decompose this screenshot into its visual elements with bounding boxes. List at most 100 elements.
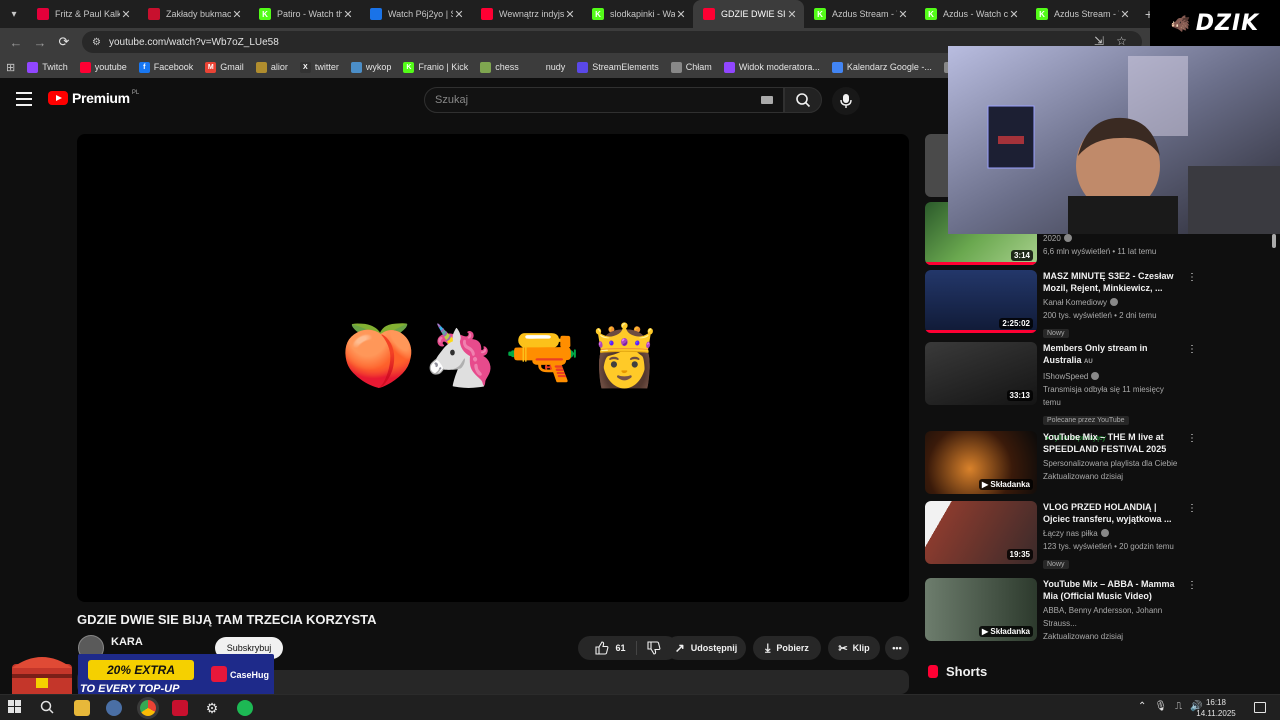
- browser-tab[interactable]: Wewnątrz indyjski ✕: [471, 0, 582, 28]
- app-icon[interactable]: [106, 700, 122, 716]
- bookmark-favicon-icon: M: [205, 61, 217, 73]
- download-button[interactable]: ⤓ Pobierz: [753, 636, 821, 660]
- browser-tab[interactable]: K Azdus Stream - W✕: [1026, 0, 1137, 28]
- bookmark-item[interactable]: chess: [480, 61, 519, 73]
- bookmark-item[interactable]: Chłam: [670, 61, 712, 73]
- search-input[interactable]: [435, 94, 755, 106]
- microphone-icon: [840, 94, 852, 108]
- tab-close-icon[interactable]: ✕: [564, 8, 576, 21]
- bookmark-item[interactable]: StreamElements: [577, 61, 659, 73]
- reload-button[interactable]: ⟳: [52, 34, 76, 50]
- tab-close-icon[interactable]: ✕: [120, 8, 132, 21]
- webcam-overlay: [948, 46, 1280, 234]
- search-button[interactable]: [784, 87, 822, 113]
- more-vert-icon[interactable]: ⋮: [1187, 344, 1197, 355]
- browser-tab[interactable]: K Patiro - Watch the ✕: [249, 0, 360, 28]
- apps-grid-icon[interactable]: ⊞: [6, 61, 15, 74]
- browser-tab[interactable]: Watch P6j2yo | Str✕: [360, 0, 471, 28]
- bookmark-item[interactable]: alior: [255, 61, 288, 73]
- bookmark-item[interactable]: K Franio | Kick: [403, 61, 468, 73]
- browser-tab[interactable]: GDZIE DWIE SIE B✕: [693, 0, 804, 28]
- tab-favicon-icon: K: [814, 8, 826, 20]
- video-duration: 2:25:02: [999, 318, 1033, 329]
- file-explorer-icon[interactable]: [74, 700, 90, 716]
- more-vert-icon[interactable]: ⋮: [1187, 272, 1197, 283]
- bookmark-item[interactable]: M Gmail: [205, 61, 244, 73]
- tab-close-icon[interactable]: ✕: [786, 8, 798, 21]
- tab-close-icon[interactable]: ✕: [342, 8, 354, 21]
- microphone-tray-icon[interactable]: 🎙: [1154, 701, 1167, 712]
- more-vert-icon[interactable]: ⋮: [1187, 580, 1197, 591]
- taskbar-clock[interactable]: 16:18 14.11.2025: [1196, 697, 1236, 719]
- tab-close-icon[interactable]: ✕: [675, 8, 687, 21]
- more-vert-icon[interactable]: ⋮: [1187, 503, 1197, 514]
- back-button[interactable]: ←: [4, 35, 28, 50]
- sidebar-video-item[interactable]: 2:25:02 MASZ MINUTĘ S3E2 - Czesław Mozil…: [925, 270, 1197, 338]
- chevron-up-icon[interactable]: ⌃: [1138, 701, 1146, 712]
- video-meta-views: 123 tys. wyświetleń • 20 godzin temu: [1043, 542, 1174, 551]
- more-actions-button[interactable]: •••: [885, 636, 909, 660]
- clock-time: 16:18: [1205, 698, 1227, 707]
- country-suffix: AU: [1084, 359, 1093, 365]
- search-taskbar-button[interactable]: [40, 700, 56, 716]
- shorts-icon: [928, 665, 938, 678]
- bookmark-item[interactable]: f Facebook: [138, 61, 193, 73]
- keyboard-icon[interactable]: [761, 96, 773, 104]
- like-button[interactable]: 61: [595, 641, 637, 655]
- tab-label: Azdus Stream - W: [1054, 9, 1119, 19]
- notifications-icon[interactable]: [1254, 702, 1266, 713]
- bookmark-favicon-icon: f: [138, 61, 150, 73]
- bookmark-item[interactable]: Widok moderatora...: [723, 61, 820, 73]
- youtube-brand-text: Premium: [72, 90, 130, 106]
- bookmark-favicon-icon: [27, 61, 39, 73]
- bookmark-item[interactable]: Xtwitter: [299, 61, 339, 73]
- chrome-icon[interactable]: [140, 700, 156, 716]
- bookmark-item[interactable]: wykop: [350, 61, 391, 73]
- settings-gear-icon[interactable]: ⚙: [204, 700, 220, 716]
- tab-close-icon[interactable]: ✕: [897, 8, 909, 21]
- video-meta-channel: 2020: [1043, 234, 1061, 243]
- tab-close-icon[interactable]: ✕: [1008, 8, 1020, 21]
- channel-name[interactable]: KARA: [111, 636, 143, 648]
- browser-tab[interactable]: Zakłady bukmache✕: [138, 0, 249, 28]
- guide-menu-button[interactable]: [16, 92, 32, 106]
- site-info-icon[interactable]: ⚙: [92, 37, 101, 48]
- spotify-icon[interactable]: [237, 700, 253, 716]
- clip-button[interactable]: ✂ Klip: [828, 636, 880, 660]
- share-button[interactable]: ↗ Udostępnij: [666, 636, 746, 660]
- video-meta-updated: Zaktualizowano dzisiaj: [1043, 632, 1124, 641]
- like-count: 61: [615, 643, 626, 653]
- sidebar-video-item[interactable]: 19:35 VLOG PRZED HOLANDIĄ | Ojciec trans…: [925, 501, 1197, 569]
- tab-search-button[interactable]: ▾: [3, 3, 25, 25]
- bookmark-item[interactable]: nudy: [530, 61, 565, 73]
- video-player[interactable]: 🍑 🦄 🔫 👸: [77, 134, 909, 602]
- start-button[interactable]: [8, 700, 24, 716]
- tab-close-icon[interactable]: ✕: [231, 8, 243, 21]
- sidebar-video-item[interactable]: 33:13 Members Only stream in Australia A…: [925, 342, 1197, 442]
- youtube-logo[interactable]: Premium PL: [48, 90, 139, 106]
- tab-close-icon[interactable]: ✕: [1119, 8, 1131, 21]
- dislike-button[interactable]: [637, 641, 661, 655]
- network-icon[interactable]: ⎍: [1175, 701, 1182, 712]
- webcam-feed: [948, 46, 1280, 234]
- sidebar-mix-item[interactable]: ▶ Składanka YouTube Mix – ABBA - Mamma M…: [925, 578, 1197, 642]
- browser-tab[interactable]: K Azdus Stream - W✕: [804, 0, 915, 28]
- bookmark-favicon-icon: [255, 61, 267, 73]
- browser-tab[interactable]: Fritz & Paul Kalkb ✕: [27, 0, 138, 28]
- app-icon-red[interactable]: [172, 700, 188, 716]
- video-title: MASZ MINUTĘ S3E2 - Czesław Mozil, Rejent…: [1043, 271, 1174, 293]
- bookmark-item[interactable]: Kalendarz Google -...: [831, 61, 932, 73]
- tab-close-icon[interactable]: ✕: [453, 8, 465, 21]
- windows-taskbar: ⚙ ⌃ 🎙 ⎍ 🔊 16:18 14.11.2025: [0, 694, 1280, 720]
- bookmark-item[interactable]: youtube: [79, 61, 127, 73]
- video-thumbnail: ▶ Składanka: [925, 431, 1037, 494]
- browser-tab[interactable]: Kslodkapinki - Watc✕: [582, 0, 693, 28]
- bookmark-item[interactable]: Twitch: [27, 61, 68, 73]
- sidebar-scrollbar[interactable]: [1272, 234, 1276, 248]
- more-vert-icon[interactable]: ⋮: [1187, 433, 1197, 444]
- voice-search-button[interactable]: [832, 87, 860, 115]
- url-text: youtube.com/watch?v=Wb7oZ_LUe58: [108, 36, 279, 48]
- browser-tab[interactable]: K Azdus - Watch cli ✕: [915, 0, 1026, 28]
- sidebar-mix-item[interactable]: ▶ Składanka YouTube Mix – THE M live at …: [925, 431, 1197, 495]
- forward-button[interactable]: →: [28, 35, 52, 50]
